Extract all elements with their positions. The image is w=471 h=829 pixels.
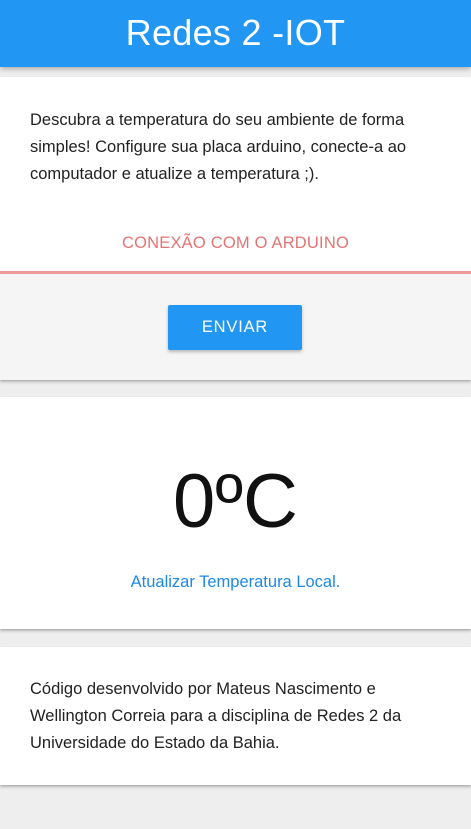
- app-bar: Redes 2 -IOT: [0, 0, 471, 67]
- connection-status-label: CONEXÃO COM O ARDUINO: [122, 234, 349, 252]
- temperature-value: 0ºC: [173, 459, 298, 544]
- credits-card: Código desenvolvido por Mateus Nasciment…: [0, 647, 471, 785]
- card-action-area: ENVIAR: [0, 274, 471, 380]
- intro-card: Descubra a temperatura do seu ambiente d…: [0, 77, 471, 380]
- send-button[interactable]: ENVIAR: [168, 305, 302, 350]
- temperature-card: 0ºC Atualizar Temperatura Local.: [0, 397, 471, 629]
- refresh-temperature-link[interactable]: Atualizar Temperatura Local.: [0, 573, 471, 592]
- credits-text: Código desenvolvido por Mateus Nasciment…: [30, 680, 402, 752]
- intro-description: Descubra a temperatura do seu ambiente d…: [30, 111, 407, 183]
- app-title: Redes 2 -IOT: [125, 11, 346, 53]
